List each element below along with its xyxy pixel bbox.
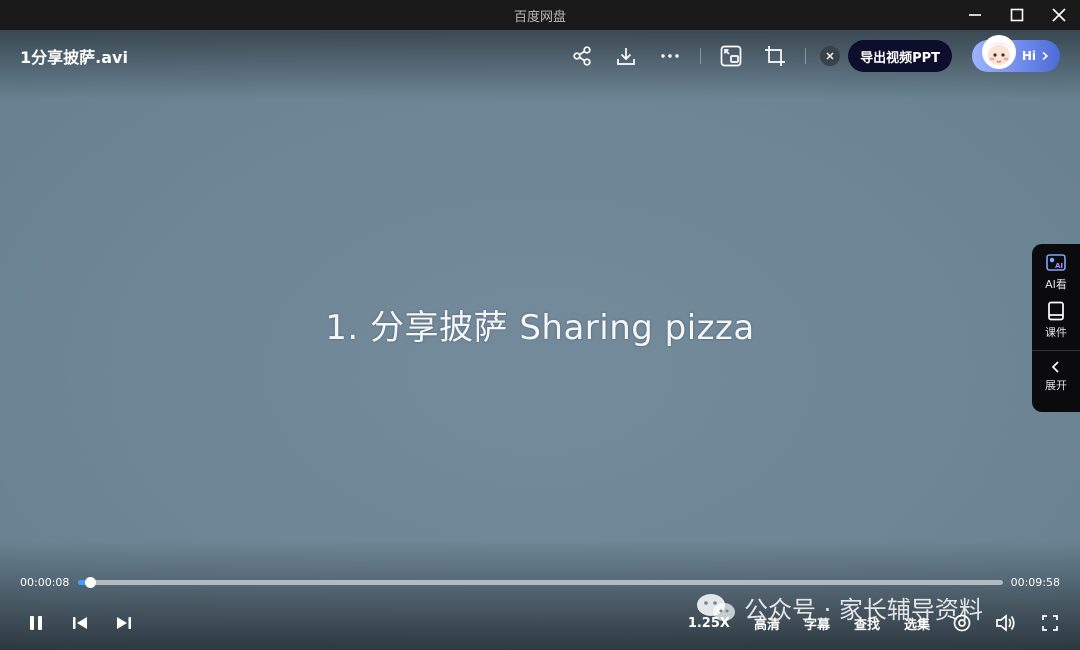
next-button[interactable] [112, 611, 136, 635]
svg-text:AI: AI [1055, 262, 1063, 270]
danmaku-button[interactable] [950, 611, 974, 635]
crop-button[interactable] [762, 43, 788, 69]
target-icon [953, 614, 971, 632]
download-button[interactable] [613, 43, 639, 69]
window-controls [954, 0, 1080, 30]
minimize-icon [969, 14, 981, 16]
skip-previous-icon [73, 617, 87, 629]
close-icon [826, 52, 834, 60]
assistant-avatar-icon [982, 35, 1016, 69]
picture-in-picture-icon [720, 45, 742, 67]
maximize-button[interactable] [996, 0, 1038, 30]
crop-icon [765, 46, 786, 66]
close-window-button[interactable] [1038, 0, 1080, 30]
ai-assistant-button[interactable]: Hi [972, 35, 1060, 72]
current-time: 00:00:08 [20, 576, 70, 589]
close-icon [1052, 8, 1066, 22]
volume-button[interactable] [994, 611, 1018, 635]
video-file-name: 1分享披萨.avi [20, 48, 128, 67]
pause-button[interactable] [24, 611, 48, 635]
top-toolbar: 导出视频PPT Hi [560, 35, 1060, 72]
chevron-left-icon [1051, 361, 1059, 373]
total-time: 00:09:58 [1010, 576, 1060, 589]
fullscreen-button[interactable] [1038, 611, 1062, 635]
player-options: 1.25X 高清 字幕 查找 选集 [664, 610, 1062, 636]
quality-button[interactable]: 高清 [754, 614, 780, 633]
side-panel-divider [1032, 350, 1080, 351]
side-item-courseware[interactable]: 课件 [1045, 300, 1067, 340]
video-caption: 1. 分享披萨 Sharing pizza [325, 308, 755, 348]
toolbar-separator [805, 48, 807, 64]
fullscreen-icon [1042, 615, 1058, 631]
close-ppt-button[interactable] [820, 46, 841, 66]
episodes-button[interactable]: 选集 [904, 614, 930, 633]
speed-button[interactable]: 1.25X [688, 616, 730, 631]
progress-bar[interactable] [78, 577, 1003, 588]
search-button[interactable]: 查找 [854, 614, 880, 633]
side-item-label: 课件 [1045, 326, 1067, 339]
side-panel: AI AI看 课件 展开 [1032, 244, 1080, 412]
side-item-expand[interactable]: 展开 [1045, 359, 1067, 393]
export-ppt-button[interactable]: 导出视频PPT [848, 40, 952, 72]
download-icon [617, 48, 635, 65]
hi-label: Hi [1021, 49, 1036, 63]
share-icon [573, 46, 591, 66]
more-button[interactable] [657, 43, 683, 69]
picture-in-picture-button[interactable] [718, 43, 744, 69]
share-button[interactable] [569, 43, 595, 69]
courseware-icon [1048, 301, 1064, 321]
chevron-right-icon [1042, 51, 1049, 61]
side-item-label: 展开 [1045, 379, 1067, 392]
window-titlebar: 百度网盘 [0, 0, 1080, 30]
previous-button[interactable] [68, 611, 92, 635]
side-item-label: AI看 [1045, 278, 1067, 291]
subtitle-button[interactable]: 字幕 [804, 614, 830, 633]
skip-next-icon [117, 617, 131, 629]
volume-icon [996, 614, 1015, 632]
playback-controls [24, 610, 156, 636]
ai-view-icon: AI [1046, 254, 1066, 271]
pause-icon [30, 616, 42, 630]
maximize-icon [1010, 8, 1024, 22]
progress-knob[interactable] [85, 577, 97, 588]
more-icon [661, 54, 679, 58]
toolbar-separator [700, 48, 702, 64]
side-item-ai-view[interactable]: AI AI看 [1045, 252, 1067, 292]
app-title: 百度网盘 [513, 9, 566, 25]
video-player[interactable]: 1分享披萨.avi 导出视频PPT Hi 1. 分享披萨 Sharing piz… [0, 30, 1080, 650]
minimize-button[interactable] [954, 0, 996, 30]
